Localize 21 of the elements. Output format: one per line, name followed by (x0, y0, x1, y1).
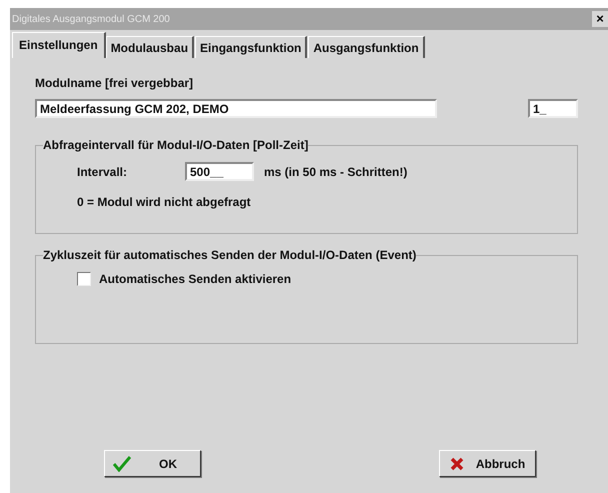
interval-label: Intervall: (77, 164, 128, 178)
checkbox[interactable] (77, 272, 91, 286)
tab[interactable]: Eingangsfunktion (195, 36, 308, 58)
tab[interactable]: Einstellungen (12, 32, 106, 58)
tab[interactable]: Ausgangsfunktion (308, 36, 425, 58)
cancel-button[interactable]: Abbruch (439, 450, 536, 477)
group-legend: Abfrageintervall für Modul-I/O-Daten [Poll-Zeit] (43, 138, 308, 152)
cross-icon (450, 456, 464, 470)
interval-field[interactable]: 500__ (185, 162, 254, 181)
unit-note: ms (in 50 ms - Schritten!) (264, 164, 408, 178)
group-legend: Zykluszeit für automatisches Senden der Modul-I/O-Daten (Event) (43, 248, 416, 262)
hint-text: 0 = Modul wird nicht abgefragt (77, 195, 251, 209)
window-title: Digitales Ausgangsmodul GCM 200 (12, 14, 170, 24)
module-number-field[interactable]: 1_ (528, 99, 578, 118)
module-name-label: Modulname [frei vergebbar] (35, 76, 194, 90)
ok-button[interactable]: OK (104, 450, 201, 477)
checkbox-label: Automatisches Senden aktivieren (99, 272, 292, 286)
tab[interactable]: Modulausbau (106, 36, 194, 58)
close-button[interactable]: × (592, 11, 608, 27)
check-icon (113, 456, 131, 472)
module-name-field[interactable]: Meldeerfassung GCM 202, DEMO (35, 99, 437, 118)
